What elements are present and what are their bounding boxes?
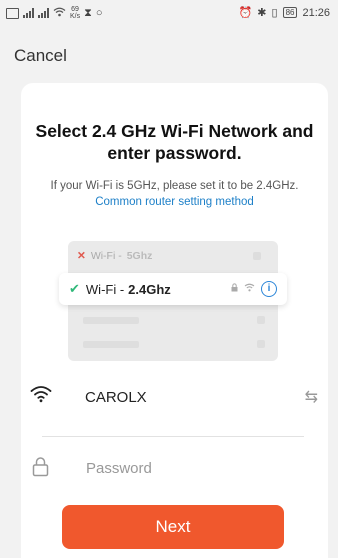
subtitle: If your Wi-Fi is 5GHz, please set it to …	[31, 178, 318, 210]
wifi-24g-band: 2.4Ghz	[128, 281, 171, 297]
cancel-button[interactable]: Cancel	[14, 46, 67, 66]
status-right-group: ⏰ ✱ ▯ 86 21:26	[238, 6, 330, 20]
signal-strength-icon	[23, 8, 34, 18]
placeholder-bar	[83, 341, 139, 348]
network-speed-value: 69	[71, 6, 79, 13]
status-left-group: 69 K/s ⧗ ○	[6, 6, 103, 20]
wifi-5g-prefix: Wi-Fi -	[90, 250, 122, 262]
page-title: Select 2.4 GHz Wi-Fi Network and enter p…	[35, 121, 314, 163]
network-speed-unit: K/s	[70, 13, 81, 20]
wifi-status-icon	[53, 7, 66, 20]
switch-network-icon[interactable]: ⇆	[305, 387, 318, 407]
wifi-5g-row: ✕ Wi-Fi - 5Ghz	[77, 245, 267, 267]
wifi-signal-icon	[244, 283, 255, 295]
password-row	[28, 450, 320, 484]
alarm-icon: ⏰	[238, 7, 253, 19]
circle-icon: ○	[95, 7, 103, 19]
wifi-ssid-row[interactable]: CAROLX ⇆	[28, 380, 320, 414]
vibrate-icon: ▯	[271, 7, 278, 19]
placeholder-square	[257, 316, 265, 324]
hd-voice-icon	[6, 7, 19, 19]
clock-time: 21:26	[302, 6, 330, 19]
subtitle-text: If your Wi-Fi is 5GHz, please set it to …	[50, 180, 299, 192]
cross-icon: ✕	[77, 250, 86, 262]
info-icon: i	[261, 281, 277, 297]
lock-icon	[231, 283, 238, 295]
bluetooth-icon: ✱	[257, 7, 267, 19]
hourglass-icon: ⧗	[84, 6, 92, 19]
password-input[interactable]	[84, 454, 308, 482]
ssid-value: CAROLX	[85, 389, 147, 406]
divider	[42, 436, 304, 437]
network-speed: 69 K/s	[70, 6, 80, 20]
placeholder-square	[257, 340, 265, 348]
router-setting-link[interactable]: Common router setting method	[95, 196, 254, 208]
signal-strength-icon-2	[38, 8, 49, 18]
lock-icon	[32, 456, 49, 482]
next-button[interactable]: Next	[62, 505, 284, 549]
placeholder-square	[253, 252, 261, 260]
row-status-icons: i	[231, 281, 277, 297]
status-bar: 69 K/s ⧗ ○ ⏰ ✱ ▯ 86 21:26	[0, 0, 338, 40]
placeholder-bar	[83, 317, 139, 324]
wifi-24g-row: ✔ Wi-Fi - 2.4Ghz i	[59, 273, 287, 305]
wifi-icon	[30, 385, 52, 408]
checkmark-icon: ✔	[69, 281, 80, 296]
wifi-5g-band: 5Ghz	[126, 250, 153, 262]
wifi-24g-prefix: Wi-Fi -	[85, 281, 125, 297]
battery-icon: 86	[282, 7, 298, 18]
wifi-setup-card: Select 2.4 GHz Wi-Fi Network and enter p…	[21, 83, 328, 558]
